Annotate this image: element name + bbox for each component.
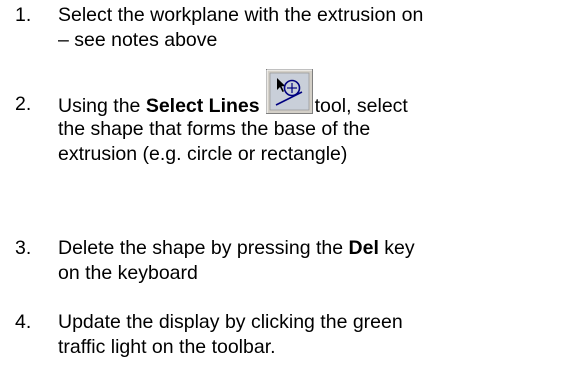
key-name: Del [348,237,379,259]
step-text-segment: Using the [58,95,146,117]
select-lines-tool-icon [265,69,313,114]
step-text: Delete the shape by pressing the Del key… [58,236,563,286]
step-number: 4. [15,311,32,333]
step-line: extrusion (e.g. circle or rectangle) [58,143,348,165]
step-number: 3. [15,237,32,259]
step-text: Using the Select Lines tool, select the … [58,69,563,167]
step-line: on the keyboard [58,262,198,284]
step-text: Select the workplane with the extrusion … [58,3,563,53]
step-line: Delete the shape by pressing the Del key [58,236,563,261]
step-number: 2. [15,93,32,115]
step-line: Using the Select Lines tool, select [58,69,563,117]
step-line: Update the display by clicking the green [58,311,403,333]
step-text-segment: Delete the shape by pressing the [58,237,349,259]
step-line: Select the workplane with the extrusion … [58,4,424,26]
step-line: traffic light on the toolbar. [58,336,276,358]
tool-name: Select Lines [145,95,260,117]
step-text: Update the display by clicking the green… [58,310,563,360]
step-line: the shape that forms the base of the [58,118,371,140]
step-text-segment: key [378,237,415,259]
step-line: – see notes above [58,29,218,51]
step-number: 1. [15,4,32,26]
step-text-segment: tool, select [314,95,408,117]
